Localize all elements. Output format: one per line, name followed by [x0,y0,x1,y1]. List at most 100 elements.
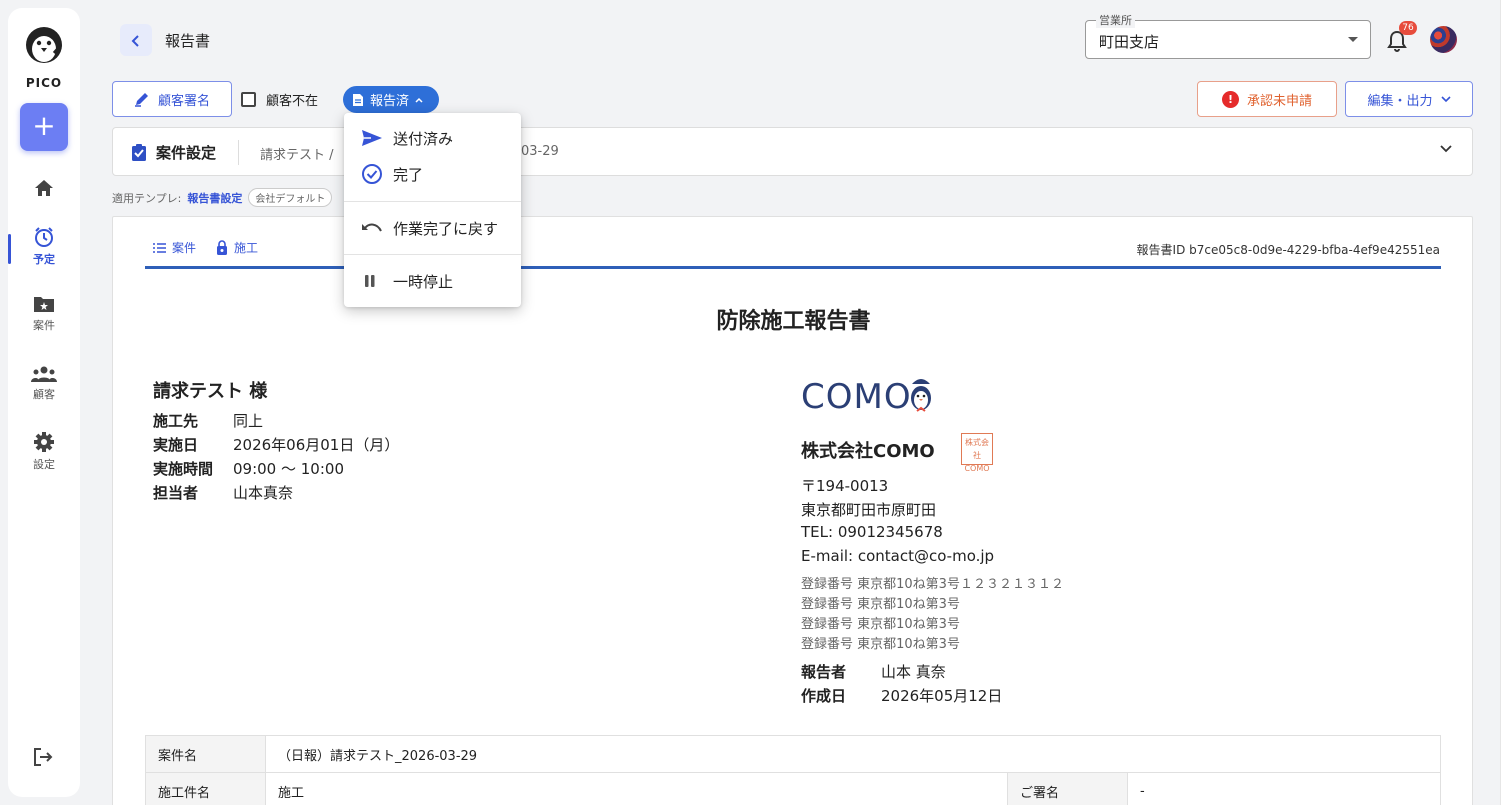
report-document: 案件 施工 報告書ID b7ce05c8-0d9e-4229-bfba-4ef9… [112,216,1473,805]
menu-item-sent[interactable]: 送付済み [344,120,521,156]
reporter-info: 報告者 山本 真奈 作成日 2026年05月12日 [801,661,1002,709]
work-info: 施工先 同上 実施日 2026年06月01日（月） 実施時間 09:00 〜 10:0… [153,410,399,506]
customer-signature-button[interactable]: 顧客署名 [112,81,232,117]
info-row: 担当者 山本真奈 [153,482,399,506]
sidebar-item-label: 顧客 [33,388,55,401]
info-value: 09:00 〜 10:00 [233,460,344,478]
edit-output-button[interactable]: 編集・出力 [1345,81,1473,117]
customer-name: 請求テスト 様 [153,381,268,402]
sidebar-item-cases[interactable]: 案件 [8,294,80,333]
approval-status-label: 承認未申請 [1246,93,1312,109]
menu-item-label: 一時停止 [393,272,454,291]
report-detail-table: 案件名 （日報）請求テスト_2026-03-29 施工件名 施工 ご署名 - [145,735,1441,805]
template-chip: 会社デフォルト [248,188,333,207]
folder-star-icon [34,297,54,312]
menu-item-label: 完了 [393,165,424,184]
registration-line: 登録番号 東京都10ね第3号 [801,597,960,612]
chevron-down-icon[interactable] [1440,145,1452,153]
sidebar-item-label: 案件 [33,319,55,332]
customer-absent-checkbox[interactable]: 顧客不在 [241,90,318,109]
report-tab-case[interactable]: 案件 [153,239,196,256]
info-row: 実施日 2026年06月01日（月） [153,434,399,458]
customer-absent-label: 顧客不在 [266,94,319,109]
company-name: 株式会社COMO [801,441,935,462]
alert-icon: ! [1221,90,1239,108]
table-header-cell: ご署名 [1007,772,1128,805]
branch-select[interactable]: 営業所 町田支店 [1085,12,1371,59]
case-settings-label: 案件設定 [156,144,217,162]
table-header-cell: 案件名 [145,735,266,773]
list-icon [153,242,166,253]
gear-icon [34,432,54,452]
registration-line: 登録番号 東京都10ね第3号 [801,637,960,652]
back-button[interactable] [120,24,152,56]
signature-icon [134,93,148,107]
menu-item-pause[interactable]: 一時停止 [344,263,521,299]
company-logo: COMO [801,377,934,417]
registration-line: 登録番号 東京都10ね第3号 [801,617,960,632]
branch-select-value: 町田支店 [1099,33,1160,51]
info-row: 施工先 同上 [153,410,399,434]
undo-icon [362,223,382,232]
page-title: 報告書 [165,32,211,50]
menu-item-revert[interactable]: 作業完了に戻す [344,210,521,246]
report-tab-work[interactable]: 施工 [216,239,258,256]
menu-item-label: 作業完了に戻す [393,219,499,238]
send-icon [362,130,382,146]
people-icon [31,366,57,382]
report-heading: 防除施工報告書 [716,309,871,334]
table-row: 施工件名 施工 ご署名 - [145,772,1441,805]
menu-item-label: 送付済み [393,129,454,148]
document-icon [353,93,363,106]
sidebar-item-settings[interactable]: 設定 [8,431,80,472]
table-cell: （日報）請求テスト_2026-03-29 [265,735,1441,773]
checkbox-box[interactable] [241,92,256,107]
chevron-up-icon [415,97,423,103]
pause-icon [365,275,375,287]
info-key: 担当者 [153,484,199,502]
company-address: 〒194-0013 東京都町田市原町田 TEL: 09012345678 E-m… [801,475,994,571]
menu-divider [344,254,521,255]
report-tab-label: 案件 [172,241,197,255]
report-tabs: 案件 施工 [153,239,258,256]
company-seal: 株式会社 COMO [961,433,993,473]
created-key: 作成日 [801,687,847,705]
branch-select-label: 営業所 [1096,12,1135,28]
report-status-chip[interactable]: 報告済 [343,86,439,113]
template-link[interactable]: 報告書設定 [187,190,242,206]
menu-divider [344,201,521,202]
address-line: TEL: 09012345678 [801,523,943,541]
info-value: 2026年06月01日（月） [233,436,400,454]
info-row: 実施時間 09:00 〜 10:00 [153,458,399,482]
sidebar-item-schedule[interactable]: 予定 [8,226,80,267]
case-settings-title: 案件設定 [131,142,216,163]
chevron-left-icon [131,34,139,47]
add-button[interactable]: + [20,103,68,151]
chevron-down-icon [1440,95,1451,102]
sidebar-item-home[interactable] [8,178,80,198]
app-name: PICO [25,76,63,90]
report-status-label: 報告済 [370,94,410,109]
avatar[interactable] [1430,26,1457,53]
registration-numbers: 登録番号 東京都10ね第3号１２３２１３１２ 登録番号 東京都10ね第3号 登録… [801,573,1064,653]
company-logo-text: COMO [801,377,912,417]
penguin-mascot-icon [910,379,931,412]
status-menu: 送付済み 完了 作業完了に戻す 一時停止 [344,113,521,307]
table-cell: 施工 [265,772,1008,805]
approval-status-button[interactable]: ! 承認未申請 [1197,81,1337,117]
info-key: 実施時間 [153,460,214,478]
logout-icon[interactable] [32,746,54,768]
menu-item-complete[interactable]: 完了 [344,156,521,192]
table-header-cell: 施工件名 [145,772,266,805]
clipboard-check-icon [132,144,146,161]
sidebar-item-customers[interactable]: 顧客 [8,365,80,402]
template-prefix: 適用テンプレ: [112,191,182,205]
info-value: 山本真奈 [233,484,294,502]
address-line: 〒194-0013 [801,477,889,495]
report-tab-label: 施工 [234,241,259,255]
info-value: 同上 [233,412,264,430]
company-block: COMO 株式会社COMO 株式会社 COMO 〒194-0013 東京都町田市原… [801,377,1064,705]
applied-template-line: 適用テンプレ: 報告書設定 会社デフォルト [112,188,333,207]
case-settings-panel[interactable]: 案件設定 請求テスト / 03-29 [112,127,1473,176]
report-id: 報告書ID b7ce05c8-0d9e-4229-bfba-4ef9e42551… [1136,243,1440,257]
